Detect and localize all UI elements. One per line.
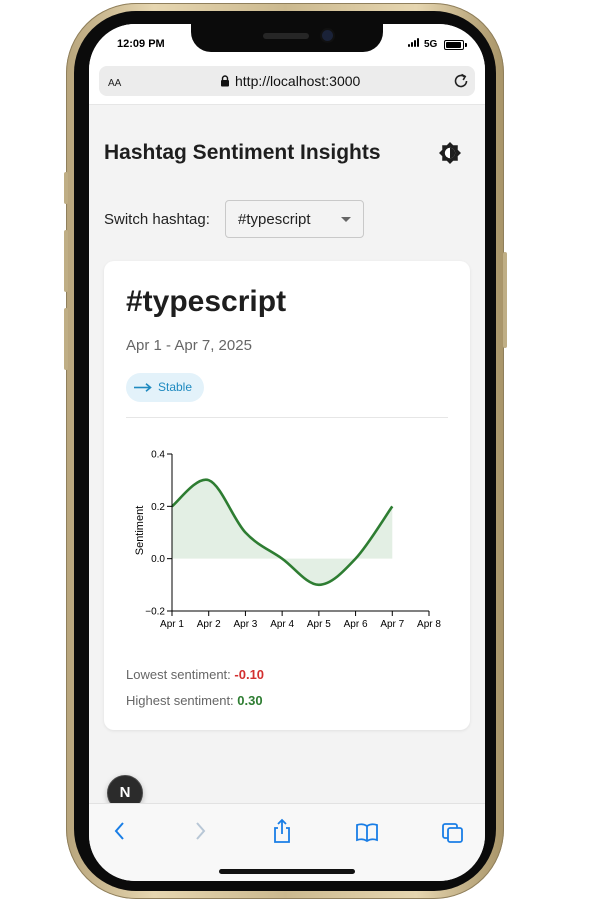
page-title: Hashtag Sentiment Insights (104, 141, 381, 164)
status-time: 12:09 PM (117, 38, 165, 50)
y-tick-label: 0.4 (151, 450, 165, 461)
date-range: Apr 1 - Apr 7, 2025 (126, 337, 252, 354)
y-axis-label: Sentiment (134, 506, 146, 556)
sentiment-chart: −0.2 0.0 0.2 0.4 Apr 1 Apr 2 Apr 3 Apr 4 Apr 5 Ap… (134, 450, 441, 631)
bookmarks-icon[interactable] (355, 818, 379, 844)
sentiment-card: #typescript Apr 1 - Apr 7, 2025 Stable −… (104, 261, 470, 730)
x-tick-label: Apr 4 (270, 619, 294, 630)
url-text[interactable]: http://localhost:3000 (235, 73, 360, 89)
highest-sentiment: Highest sentiment: 0.30 (126, 693, 263, 708)
share-icon[interactable] (270, 818, 294, 844)
lowest-sentiment: Lowest sentiment: -0.10 (126, 667, 264, 682)
arrow-right-icon (134, 383, 152, 392)
battery-tip (465, 43, 467, 47)
tabs-icon[interactable] (441, 818, 465, 844)
x-tick-label: Apr 7 (380, 619, 404, 630)
x-tick-label: Apr 3 (233, 619, 257, 630)
status-bar: 12:09 PM 5G (89, 24, 485, 64)
address-bar[interactable]: AA http://localhost:3000 (99, 66, 475, 96)
y-tick-label: 0.0 (151, 554, 165, 565)
x-tick-label: Apr 2 (197, 619, 221, 630)
browser-address-area: AA http://localhost:3000 (89, 64, 485, 105)
switch-hashtag-label: Switch hashtag: (104, 211, 210, 228)
power-button (503, 252, 507, 348)
x-tick-label: Apr 8 (417, 619, 441, 630)
chevron-down-icon (341, 217, 351, 222)
lowest-sentiment-value: -0.10 (234, 667, 265, 682)
front-camera (322, 30, 333, 41)
notch (191, 24, 383, 52)
forward-icon[interactable] (190, 818, 210, 844)
trend-badge: Stable (126, 373, 204, 402)
battery-icon (444, 40, 464, 50)
browser-toolbar (89, 803, 485, 881)
theme-toggle-icon[interactable] (438, 141, 462, 165)
trend-label: Stable (158, 380, 193, 394)
highest-sentiment-value: 0.30 (237, 693, 263, 708)
mute-switch (64, 172, 68, 204)
home-indicator (219, 869, 355, 874)
x-tick-label: Apr 1 (160, 619, 184, 630)
y-tick-label: 0.2 (151, 502, 165, 513)
x-tick-label: Apr 5 (307, 619, 331, 630)
hashtag-select-value: #typescript (238, 211, 311, 228)
y-tick-label: −0.2 (145, 607, 165, 618)
reload-icon[interactable] (451, 71, 471, 91)
hashtag-select[interactable]: #typescript (225, 200, 364, 238)
x-tick-label: Apr 6 (344, 619, 368, 630)
volume-down-button (64, 308, 68, 370)
speaker-grille (263, 33, 309, 39)
volume-up-button (64, 230, 68, 292)
web-page: Hashtag Sentiment Insights Switch hashta… (89, 105, 485, 811)
text-size-button[interactable]: AA (108, 74, 121, 89)
lowest-sentiment-label: Lowest sentiment: (126, 667, 231, 682)
network-label: 5G (424, 39, 438, 50)
divider (126, 417, 448, 418)
back-icon[interactable] (110, 818, 130, 844)
phone-screen: 12:09 PM 5G AA http://localhost:3000 Has… (89, 24, 485, 881)
card-hashtag-title: #typescript (126, 285, 287, 318)
highest-sentiment-label: Highest sentiment: (126, 693, 234, 708)
sentiment-area (172, 479, 393, 585)
lock-icon (221, 75, 229, 87)
